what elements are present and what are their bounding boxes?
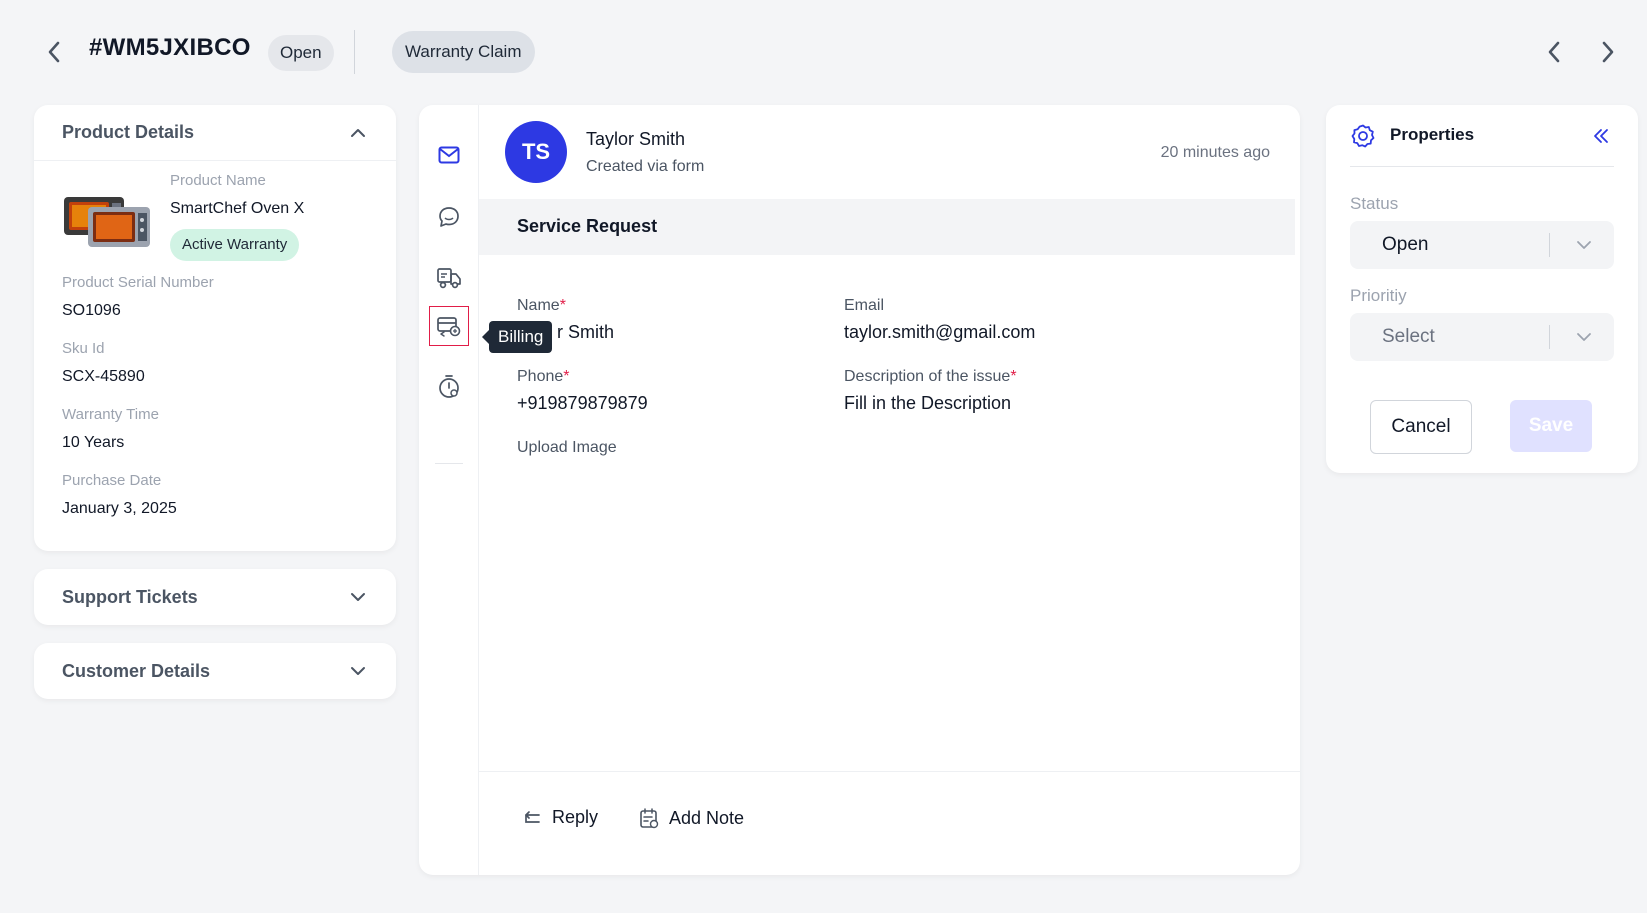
chevron-down-icon xyxy=(1574,235,1594,255)
chevron-down-icon[interactable] xyxy=(348,661,368,681)
purchase-date-label: Purchase Date xyxy=(62,472,162,489)
chevron-right-icon xyxy=(1602,41,1614,63)
product-details-header[interactable]: Product Details xyxy=(34,105,396,161)
chevron-left-icon xyxy=(48,41,60,63)
purchase-date-value: January 3, 2025 xyxy=(62,500,177,517)
description-value: Fill in the Description xyxy=(844,393,1012,413)
email-field: Email taylor.smith@gmail.com xyxy=(844,297,1035,343)
serial-number-label: Product Serial Number xyxy=(62,274,214,291)
double-chevron-left-icon xyxy=(1594,129,1608,143)
name-label: Name xyxy=(517,297,560,314)
select-divider xyxy=(1549,325,1550,349)
required-mark: * xyxy=(563,368,570,385)
serial-number-field: Product Serial Number SO1096 xyxy=(62,274,214,320)
status-badge: Open xyxy=(268,35,334,71)
avatar: TS xyxy=(505,121,567,183)
add-note-label: Add Note xyxy=(669,807,745,828)
phone-label: Phone xyxy=(517,368,564,385)
properties-header: Properties xyxy=(1350,105,1614,167)
email-label: Email xyxy=(844,297,885,314)
rail-divider xyxy=(435,463,463,464)
select-divider xyxy=(1549,233,1550,257)
billing-icon[interactable] xyxy=(429,306,469,346)
phone-value: +919879879879 xyxy=(517,393,648,413)
sender-name: Taylor Smith xyxy=(586,129,686,149)
properties-panel: Properties Status Open Prioritiy Select … xyxy=(1326,105,1638,473)
sku-label: Sku Id xyxy=(62,340,105,357)
sku-value: SCX-45890 xyxy=(62,368,145,385)
next-ticket-button[interactable] xyxy=(1594,36,1622,68)
priority-select-value: Select xyxy=(1382,326,1435,347)
phone-field: Phone* +919879879879 xyxy=(517,368,648,414)
customer-details-card[interactable]: Customer Details xyxy=(34,643,396,699)
product-details-card: Product Details Product Name SmartChef O… xyxy=(34,105,396,551)
warranty-time-label: Warranty Time xyxy=(62,406,159,423)
truck-icon[interactable] xyxy=(429,258,469,298)
status-label: Status xyxy=(1350,194,1399,213)
warranty-time-field: Warranty Time 10 Years xyxy=(62,406,159,452)
product-name-label: Product Name xyxy=(170,172,266,189)
description-label: Description of the issue xyxy=(844,368,1011,385)
warranty-time-value: 10 Years xyxy=(62,434,125,451)
purchase-date-field: Purchase Date January 3, 2025 xyxy=(62,472,177,518)
product-name: SmartChef Oven X xyxy=(170,200,305,217)
billing-tooltip: Billing xyxy=(481,321,553,353)
ticket-header: #WM5JXIBCO Open Warranty Claim xyxy=(0,0,1647,100)
product-image xyxy=(62,193,154,251)
properties-title: Properties xyxy=(1390,125,1475,144)
ticket-type-badge: Warranty Claim xyxy=(392,31,535,73)
note-icon xyxy=(640,808,659,829)
reply-button[interactable]: Reply xyxy=(522,807,598,828)
chevron-up-icon[interactable] xyxy=(348,123,368,143)
serial-number-value: SO1096 xyxy=(62,302,121,319)
timer-icon[interactable] xyxy=(429,367,469,407)
previous-ticket-button[interactable] xyxy=(1540,36,1568,68)
email-value: taylor.smith@gmail.com xyxy=(844,322,1036,342)
message-header: TS Taylor Smith Created via form 20 minu… xyxy=(479,105,1300,199)
save-button[interactable]: Save xyxy=(1510,400,1592,452)
header-divider xyxy=(354,30,355,74)
chat-icon[interactable] xyxy=(429,197,469,237)
ticket-id: #WM5JXIBCO xyxy=(89,34,251,61)
add-note-button[interactable]: Add Note xyxy=(639,807,744,829)
reply-icon xyxy=(525,810,540,823)
created-via: Created via form xyxy=(586,158,705,175)
priority-select[interactable]: Select xyxy=(1350,313,1614,361)
support-tickets-title: Support Tickets xyxy=(62,586,198,607)
message-timestamp: 20 minutes ago xyxy=(1160,144,1270,161)
required-mark: * xyxy=(1010,368,1017,385)
support-tickets-card[interactable]: Support Tickets xyxy=(34,569,396,625)
conversation-panel: Billing TS Taylor Smith Created via form… xyxy=(419,105,1300,875)
customer-details-title: Customer Details xyxy=(62,660,211,681)
required-mark: * xyxy=(559,297,566,314)
upload-image-label: Upload Image xyxy=(517,439,617,456)
status-select-value: Open xyxy=(1382,234,1429,255)
service-request-bar: Service Request xyxy=(479,199,1295,255)
upload-image-field: Upload Image xyxy=(517,439,617,457)
cancel-button[interactable]: Cancel xyxy=(1370,400,1472,454)
mail-icon[interactable] xyxy=(429,135,469,175)
description-field: Description of the issue* Fill in the De… xyxy=(844,368,1017,414)
sku-field: Sku Id SCX-45890 xyxy=(62,340,145,386)
chevron-down-icon xyxy=(1574,327,1594,347)
collapse-panel-button[interactable] xyxy=(1588,123,1614,149)
compose-divider xyxy=(479,771,1300,772)
chevron-down-icon[interactable] xyxy=(348,587,368,607)
icon-rail: Billing xyxy=(419,105,553,875)
chevron-left-icon xyxy=(1548,41,1560,63)
product-details-title: Product Details xyxy=(62,122,195,142)
reply-label: Reply xyxy=(552,807,599,827)
status-select[interactable]: Open xyxy=(1350,221,1614,269)
back-button[interactable] xyxy=(42,36,66,68)
warranty-status-badge: Active Warranty xyxy=(170,229,300,261)
settings-icon xyxy=(1350,123,1376,149)
priority-label: Prioritiy xyxy=(1350,286,1407,305)
service-request-title: Service Request xyxy=(517,216,658,236)
